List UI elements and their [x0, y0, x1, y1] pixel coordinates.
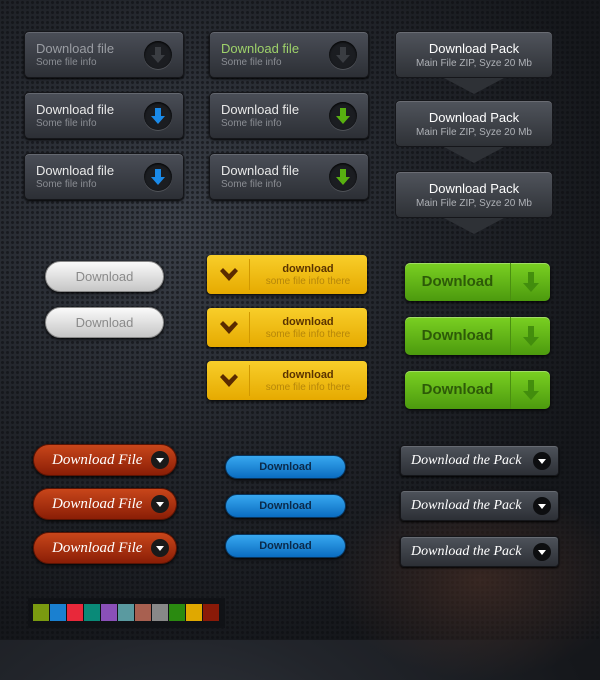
chevron-down-icon	[151, 539, 169, 557]
color-swatch[interactable]	[152, 604, 168, 621]
button-title: Download Pack	[428, 110, 520, 125]
color-swatch[interactable]	[169, 604, 185, 621]
download-file-button[interactable]: Download file Some file info	[209, 31, 369, 78]
yellow-download-button[interactable]: download some file info there	[207, 361, 367, 400]
button-label: Download File	[52, 452, 143, 468]
pack-arrow-icon	[444, 147, 504, 163]
button-label: Download the Pack	[411, 453, 522, 468]
chevron-down-icon	[533, 452, 551, 470]
download-arrow-icon	[144, 41, 172, 69]
button-label: Download	[421, 273, 494, 290]
download-the-pack-button[interactable]: Download the Pack	[400, 445, 559, 476]
button-label: Download File	[52, 496, 143, 512]
button-title: Download file	[36, 163, 115, 178]
yellow-download-button[interactable]: download some file info there	[207, 308, 367, 347]
chevron-down-icon	[151, 495, 169, 513]
download-file-button[interactable]: Download file Some file info	[24, 92, 184, 139]
button-title: download	[282, 316, 334, 328]
button-label: Download	[421, 327, 494, 344]
chevron-down-icon	[151, 451, 169, 469]
download-arrow-icon	[329, 102, 357, 130]
color-swatch[interactable]	[118, 604, 134, 621]
download-arrow-icon	[144, 163, 172, 191]
download-file-button[interactable]: Download file Some file info	[209, 153, 369, 200]
blue-download-button[interactable]: Download	[225, 494, 346, 518]
button-info: Some file info	[36, 118, 97, 129]
color-swatch[interactable]	[203, 604, 219, 621]
download-file-button[interactable]: Download file Some file info	[209, 92, 369, 139]
pack-arrow-icon	[444, 78, 504, 94]
button-info: Some file info	[36, 179, 97, 190]
color-swatch[interactable]	[135, 604, 151, 621]
chevron-down-icon	[533, 497, 551, 515]
download-pack-button[interactable]: Download Pack Main File ZIP, Syze 20 Mb	[395, 100, 553, 147]
button-info: some file info there	[265, 276, 351, 287]
red-download-file-button[interactable]: Download File	[33, 488, 177, 520]
button-info: Some file info	[36, 57, 97, 68]
download-file-button[interactable]: Download file Some file info	[24, 31, 184, 78]
button-info: Main File ZIP, Syze 20 Mb	[416, 198, 532, 209]
green-download-button[interactable]: Download	[405, 263, 550, 301]
silver-download-button[interactable]: Download	[45, 261, 164, 292]
download-pack-button[interactable]: Download Pack Main File ZIP, Syze 20 Mb	[395, 31, 553, 78]
button-title: Download file	[36, 102, 115, 117]
green-download-button[interactable]: Download	[405, 317, 550, 355]
red-download-file-button[interactable]: Download File	[33, 532, 177, 564]
button-title: Download file	[221, 102, 300, 117]
color-swatch[interactable]	[101, 604, 117, 621]
button-info: Main File ZIP, Syze 20 Mb	[416, 127, 532, 138]
button-title: download	[282, 369, 334, 381]
button-info: Some file info	[221, 179, 282, 190]
color-swatch-bar	[28, 598, 225, 628]
button-info: some file info there	[265, 329, 351, 340]
pack-arrow-icon	[444, 218, 504, 234]
button-title: Download Pack	[428, 41, 520, 56]
download-pack-button[interactable]: Download Pack Main File ZIP, Syze 20 Mb	[395, 171, 553, 218]
button-title: Download file	[221, 163, 300, 178]
button-info: Some file info	[221, 57, 282, 68]
yellow-download-button[interactable]: download some file info there	[207, 255, 367, 294]
button-info: some file info there	[265, 382, 351, 393]
silver-download-button[interactable]: Download	[45, 307, 164, 338]
download-the-pack-button[interactable]: Download the Pack	[400, 490, 559, 521]
button-info: Main File ZIP, Syze 20 Mb	[416, 58, 532, 69]
button-title: Download file	[36, 41, 115, 56]
button-title: Download file	[221, 41, 300, 56]
color-swatch[interactable]	[67, 604, 83, 621]
download-arrow-icon	[329, 163, 357, 191]
button-title: Download Pack	[428, 181, 520, 196]
color-swatch[interactable]	[186, 604, 202, 621]
blue-download-button[interactable]: Download	[225, 455, 346, 479]
blue-download-button[interactable]: Download	[225, 534, 346, 558]
button-label: Download	[421, 381, 494, 398]
download-the-pack-button[interactable]: Download the Pack	[400, 536, 559, 567]
button-title: download	[282, 263, 334, 275]
red-download-file-button[interactable]: Download File	[33, 444, 177, 476]
download-file-button[interactable]: Download file Some file info	[24, 153, 184, 200]
button-label: Download File	[52, 540, 143, 556]
color-swatch[interactable]	[50, 604, 66, 621]
download-arrow-icon	[144, 102, 172, 130]
green-download-button[interactable]: Download	[405, 371, 550, 409]
color-swatch[interactable]	[33, 604, 49, 621]
chevron-down-icon	[533, 543, 551, 561]
download-arrow-icon	[329, 41, 357, 69]
button-label: Download the Pack	[411, 544, 522, 559]
button-info: Some file info	[221, 118, 282, 129]
button-label: Download the Pack	[411, 498, 522, 513]
color-swatch[interactable]	[84, 604, 100, 621]
